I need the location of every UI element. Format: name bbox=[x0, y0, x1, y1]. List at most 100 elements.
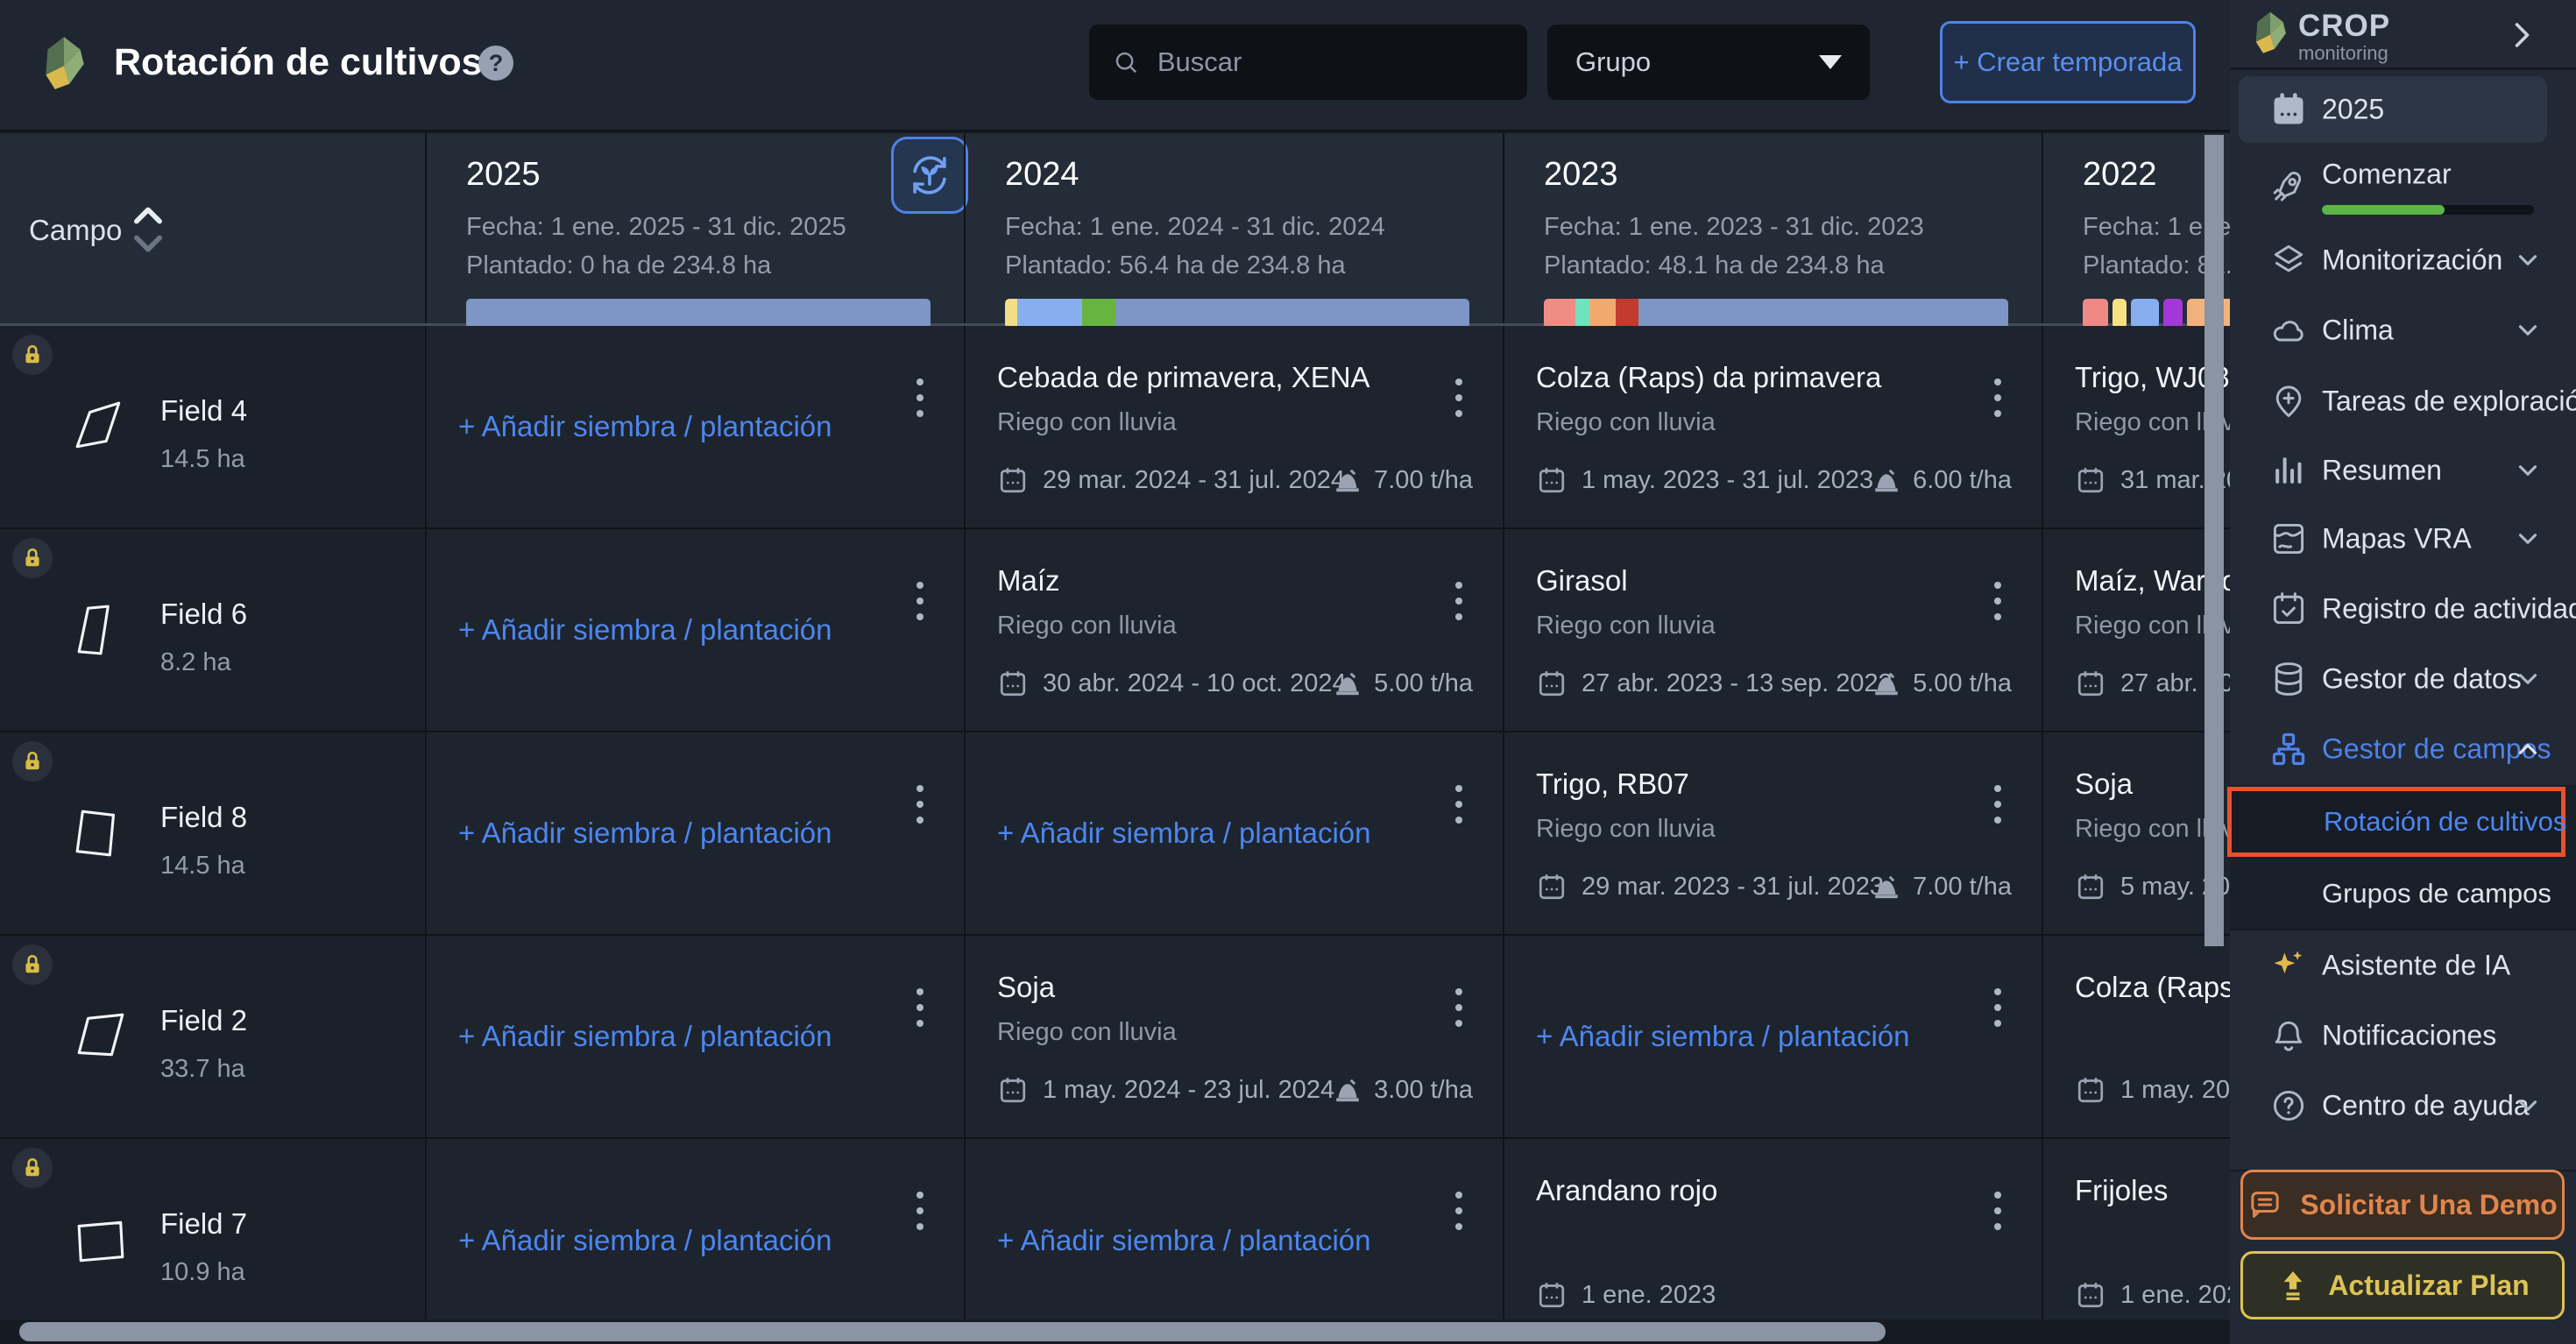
field-cell[interactable]: Field 4 14.5 ha bbox=[0, 326, 425, 527]
cell-menu-icon[interactable] bbox=[1455, 378, 1462, 417]
season-cell: + Añadir siembra / plantación bbox=[425, 936, 964, 1137]
submenu-item-crop-rotation[interactable]: Rotación de cultivos bbox=[2227, 787, 2566, 857]
crop-dates-text: 1 may. 2023 - 31 jul. 2023 bbox=[1582, 465, 1874, 494]
cell-menu-icon[interactable] bbox=[1455, 988, 1462, 1027]
cell-menu-icon[interactable] bbox=[1994, 785, 2001, 824]
crop-name[interactable]: Cebada de primavera, XENA bbox=[997, 361, 1370, 394]
crop-dates-text: 1 may. 2024 - 23 jul. 2024 bbox=[1043, 1075, 1335, 1104]
yield-icon bbox=[1336, 1079, 1359, 1102]
add-sowing-link[interactable]: + Añadir siembra / plantación bbox=[458, 817, 832, 850]
season-column-2023: 2023 Fecha: 1 ene. 2023 - 31 dic. 2023 P… bbox=[1503, 133, 2042, 329]
sidebar-item-get-started[interactable]: Comenzar bbox=[2230, 151, 2576, 221]
field-column-header[interactable]: Campo bbox=[29, 214, 122, 247]
cell-menu-icon[interactable] bbox=[1994, 988, 2001, 1027]
field-cell[interactable]: Field 8 14.5 ha bbox=[0, 732, 425, 934]
vertical-scrollbar-thumb[interactable] bbox=[2204, 135, 2224, 946]
database-icon bbox=[2275, 662, 2303, 696]
crop-name[interactable]: Trigo, RB07 bbox=[1536, 767, 1689, 801]
add-sowing-link[interactable]: + Añadir siembra / plantación bbox=[458, 613, 832, 647]
field-cell[interactable]: Field 6 8.2 ha bbox=[0, 529, 425, 731]
table-row: Field 7 10.9 ha + Añadir siembra / plant… bbox=[0, 1139, 2230, 1344]
map-pin-plus-icon bbox=[2275, 386, 2302, 417]
sidebar-item-monitoring[interactable]: Monitorización bbox=[2230, 225, 2576, 295]
sidebar-item-label: Asistente de IA bbox=[2322, 949, 2511, 981]
horizontal-scrollbar-thumb[interactable] bbox=[19, 1322, 1886, 1341]
horizontal-scrollbar-track[interactable] bbox=[0, 1319, 2230, 1344]
sidebar-item-summary[interactable]: Resumen bbox=[2230, 435, 2576, 506]
sidebar-item-activity-log[interactable]: Registro de actividad bbox=[2230, 574, 2576, 644]
field-boundary-icon bbox=[75, 401, 121, 449]
add-sowing-link[interactable]: + Añadir siembra / plantación bbox=[458, 1020, 832, 1053]
sidebar-item-label: Clima bbox=[2322, 314, 2394, 346]
crop-dates: 1 may. 2022 bbox=[2075, 1074, 2230, 1106]
season-dates: Fecha: 1 ene. 2025 - 31 dic. 2025 bbox=[466, 213, 846, 241]
field-cell[interactable]: Field 2 33.7 ha bbox=[0, 936, 425, 1137]
sidebar-item-label: Comenzar bbox=[2322, 158, 2452, 190]
cell-menu-icon[interactable] bbox=[916, 988, 924, 1027]
crop-rotation-suggest-button[interactable] bbox=[891, 137, 968, 214]
crop-name[interactable]: Soja bbox=[997, 971, 1055, 1004]
add-sowing-link[interactable]: + Añadir siembra / plantación bbox=[997, 1224, 1371, 1257]
crop-irrigation: Riego con lluvia bbox=[1536, 612, 1716, 640]
add-sowing-link[interactable]: + Añadir siembra / plantación bbox=[458, 410, 832, 443]
sidebar-item-weather[interactable]: Clima bbox=[2230, 295, 2576, 365]
group-dropdown[interactable]: Grupo bbox=[1547, 25, 1870, 100]
table-row: Field 6 8.2 ha + Añadir siembra / planta… bbox=[0, 529, 2230, 732]
submenu-item-label: Grupos de campos bbox=[2322, 878, 2551, 909]
season-cell: Maíz Riego con lluvia 30 abr. 2024 - 10 … bbox=[964, 529, 1503, 731]
search-input-container[interactable] bbox=[1089, 25, 1527, 100]
calendar-icon bbox=[1000, 1078, 1026, 1103]
crop-name[interactable]: Frijoles bbox=[2075, 1174, 2168, 1207]
search-input[interactable] bbox=[1157, 46, 1504, 78]
upgrade-plan-label: Actualizar Plan bbox=[2328, 1269, 2530, 1301]
sidebar-item-season-2025[interactable]: 2025 bbox=[2239, 76, 2547, 143]
sidebar-item-field-manager[interactable]: Gestor de campos bbox=[2230, 714, 2576, 784]
help-icon[interactable]: ? bbox=[478, 46, 513, 81]
crop-name[interactable]: Arandano rojo bbox=[1536, 1174, 1717, 1207]
sidebar-item-help-center[interactable]: Centro de ayuda bbox=[2230, 1071, 2576, 1141]
crop-dates-text: 27 abr. 2023 - 13 sep. 2023 bbox=[1582, 668, 1893, 697]
cell-menu-icon[interactable] bbox=[1994, 582, 2001, 620]
calendar-check-icon bbox=[2273, 592, 2304, 625]
cell-menu-icon[interactable] bbox=[1994, 1192, 2001, 1230]
request-demo-button[interactable]: Solicitar Una Demo bbox=[2240, 1170, 2565, 1240]
sort-icon[interactable] bbox=[128, 202, 168, 258]
sidebar-item-label: Gestor de datos bbox=[2322, 662, 2522, 695]
sidebar-item-ai-assistant[interactable]: Asistente de IA bbox=[2230, 930, 2576, 1001]
create-season-button[interactable]: + Crear temporada bbox=[1940, 21, 2196, 103]
sidebar-item-data-manager[interactable]: Gestor de datos bbox=[2230, 644, 2576, 714]
yield-icon bbox=[1336, 672, 1359, 696]
sidebar-item-notifications[interactable]: Notificaciones bbox=[2230, 1001, 2576, 1071]
lock-icon bbox=[25, 751, 39, 770]
lock-badge bbox=[12, 335, 53, 375]
crop-name[interactable]: Maíz bbox=[997, 564, 1060, 598]
crop-name[interactable]: Colza (Raps bbox=[2075, 971, 2230, 1004]
crop-name[interactable]: Soja bbox=[2075, 767, 2133, 801]
add-sowing-link[interactable]: + Añadir siembra / plantación bbox=[1536, 1020, 1910, 1053]
cell-menu-icon[interactable] bbox=[1994, 378, 2001, 417]
crop-name[interactable]: Girasol bbox=[1536, 564, 1628, 598]
sidebar-item-scouting-tasks[interactable]: Tareas de exploración bbox=[2230, 366, 2576, 436]
cell-menu-icon[interactable] bbox=[1455, 785, 1462, 824]
cell-menu-icon[interactable] bbox=[916, 785, 924, 824]
upgrade-plan-button[interactable]: Actualizar Plan bbox=[2240, 1251, 2565, 1319]
crop-irrigation: Riego con lluvia bbox=[997, 1018, 1177, 1046]
cell-menu-icon[interactable] bbox=[916, 582, 924, 620]
cell-menu-icon[interactable] bbox=[916, 1192, 924, 1230]
cell-menu-icon[interactable] bbox=[916, 378, 924, 417]
field-area: 33.7 ha bbox=[160, 1055, 245, 1083]
cell-menu-icon[interactable] bbox=[1455, 1192, 1462, 1230]
page-title: Rotación de cultivos bbox=[114, 41, 483, 83]
crop-name[interactable]: Colza (Raps) da primavera bbox=[1536, 361, 1881, 394]
field-cell[interactable]: Field 7 10.9 ha bbox=[0, 1139, 425, 1342]
submenu-item-field-groups[interactable]: Grupos de campos bbox=[2230, 860, 2576, 927]
sidebar-item-label: 2025 bbox=[2322, 93, 2385, 125]
collapse-sidebar-icon[interactable] bbox=[2505, 19, 2537, 51]
add-sowing-link[interactable]: + Añadir siembra / plantación bbox=[458, 1224, 832, 1257]
lock-icon bbox=[25, 344, 39, 364]
crop-yield-text: 6.00 t/ha bbox=[1913, 465, 2012, 494]
cell-menu-icon[interactable] bbox=[1455, 582, 1462, 620]
lock-badge bbox=[12, 741, 53, 782]
sidebar-item-vra-maps[interactable]: Mapas VRA bbox=[2230, 504, 2576, 574]
add-sowing-link[interactable]: + Añadir siembra / plantación bbox=[997, 817, 1371, 850]
